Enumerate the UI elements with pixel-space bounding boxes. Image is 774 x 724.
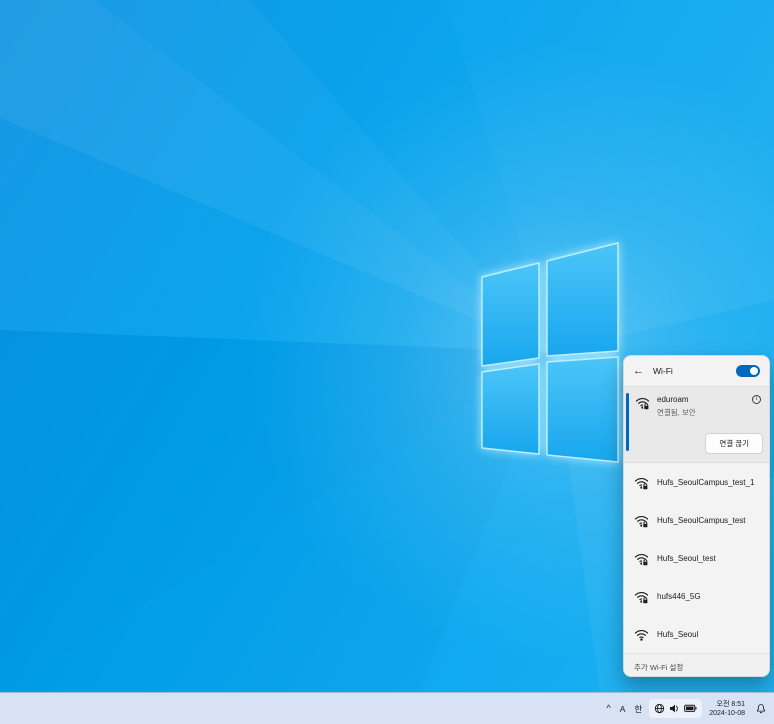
connected-ssid: eduroam [657, 395, 696, 404]
network-list-item[interactable]: Hufs_Seoul_test [624, 539, 769, 577]
wifi-secured-icon [634, 513, 649, 528]
ime-english-indicator[interactable]: A [618, 704, 628, 714]
desktop: ← Wi-Fi eduroam [0, 0, 774, 724]
more-wifi-settings[interactable]: 추가 Wi-Fi 설정 [624, 653, 769, 677]
disconnect-button[interactable]: 연결 끊기 [705, 433, 763, 454]
network-ssid: Hufs_Seoul [657, 630, 698, 639]
notification-center-button[interactable] [752, 703, 770, 715]
windows-logo [482, 243, 618, 462]
network-list-item[interactable]: Hufs_SeoulCampus_test_1 [624, 463, 769, 501]
wifi-secured-icon [634, 589, 649, 604]
toggle-knob [750, 367, 758, 375]
properties-info-icon[interactable]: i [752, 395, 761, 404]
clock-time: 오전 8:51 [709, 700, 745, 709]
wifi-panel-header: ← Wi-Fi [624, 356, 769, 386]
selection-indicator [626, 393, 629, 451]
network-ssid: hufs446_5G [657, 592, 701, 601]
network-ssid: Hufs_Seoul_test [657, 554, 716, 563]
network-ssid: Hufs_SeoulCampus_test_1 [657, 478, 754, 487]
wifi-toggle[interactable] [736, 365, 760, 377]
wifi-secured-icon [634, 475, 649, 490]
network-list-item[interactable]: Hufs_Seoul [624, 615, 769, 653]
wifi-secured-icon [635, 395, 650, 410]
network-list-item[interactable]: Hufs_SeoulCampus_test [624, 501, 769, 539]
system-tray: ^ A 한 [604, 693, 770, 724]
back-button[interactable]: ← [633, 366, 644, 377]
speaker-icon [669, 703, 680, 714]
connected-network-card[interactable]: eduroam 연결됨, 보안 i 연결 끊기 [624, 386, 769, 463]
bell-icon [755, 703, 767, 715]
more-wifi-settings-label: 추가 Wi-Fi 설정 [634, 662, 683, 673]
network-list-item[interactable]: hufs446_5G [624, 577, 769, 615]
connection-status: 연결됨, 보안 [657, 407, 696, 418]
taskbar-clock[interactable]: 오전 8:51 2024-10-08 [707, 700, 747, 718]
taskbar: ^ A 한 [0, 692, 774, 724]
wifi-open-icon [634, 627, 649, 642]
wifi-flyout-panel: ← Wi-Fi eduroam [623, 355, 770, 677]
globe-network-icon [654, 703, 665, 714]
wifi-panel-title: Wi-Fi [653, 366, 673, 376]
ime-korean-indicator[interactable]: 한 [632, 703, 644, 715]
network-ssid: Hufs_SeoulCampus_test [657, 516, 746, 525]
clock-date: 2024-10-08 [709, 709, 745, 718]
hidden-icons-chevron-icon[interactable]: ^ [604, 704, 612, 713]
battery-icon [684, 704, 697, 713]
wifi-secured-icon [634, 551, 649, 566]
quick-settings-button[interactable] [649, 699, 702, 718]
network-list: Hufs_SeoulCampus_test_1 Hufs_SeoulCampus… [624, 463, 769, 653]
